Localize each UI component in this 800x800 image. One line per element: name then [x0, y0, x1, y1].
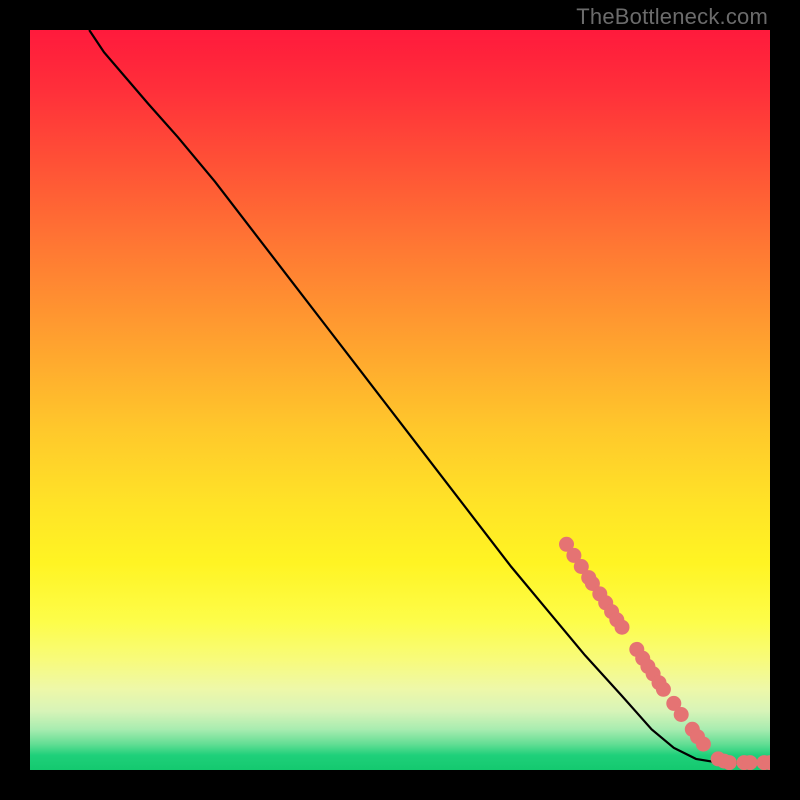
scatter-point [722, 755, 737, 770]
scatter-point [656, 682, 671, 697]
chart-svg [30, 30, 770, 770]
scatter-points [559, 537, 770, 770]
main-curve [89, 30, 770, 763]
scatter-point [743, 755, 758, 770]
scatter-point [674, 707, 689, 722]
scatter-point [696, 737, 711, 752]
plot-area [30, 30, 770, 770]
chart-frame: TheBottleneck.com [0, 0, 800, 800]
scatter-point [615, 620, 630, 635]
watermark-text: TheBottleneck.com [576, 4, 768, 30]
